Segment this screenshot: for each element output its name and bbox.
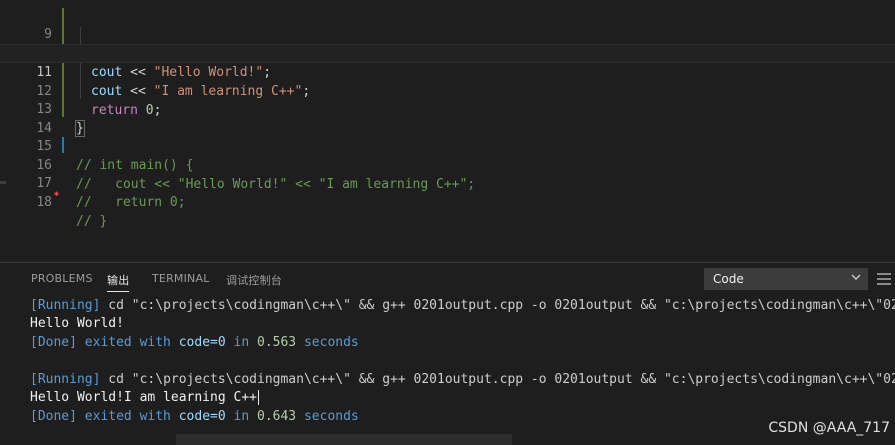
panel-tabbar: PROBLEMS 输出 TERMINAL 调试控制台 Code [0, 263, 895, 295]
output-log[interactable]: [Running] cd "c:\projects\codingman\c++\… [0, 296, 895, 445]
output-stdout-line: Hello World!I am learning C++ [30, 390, 259, 405]
tab-debug-console[interactable]: 调试控制台 [226, 272, 282, 288]
error-marker-icon: ✱ [54, 189, 59, 198]
tab-terminal[interactable]: TERMINAL [152, 272, 210, 285]
code-line[interactable]: 18 // } [0, 174, 895, 229]
code-line-current[interactable]: 11 cout << "I am learning C++"; [0, 44, 895, 99]
list-filter-icon[interactable] [877, 273, 891, 285]
output-running-line: [Running] cd "c:\projects\codingman\c++\… [30, 372, 895, 387]
code-line[interactable]: 17 // return 0; [0, 155, 895, 210]
tab-problems[interactable]: PROBLEMS [31, 272, 93, 285]
output-stdout-line: Hello World! [30, 316, 124, 331]
code-line[interactable]: 9 int main() { [0, 6, 895, 61]
code-text: // } [76, 214, 108, 229]
text-cursor [257, 390, 259, 405]
code-text: // return 0; [76, 195, 186, 210]
tab-output[interactable]: 输出 [107, 272, 129, 288]
code-editor[interactable]: 9 int main() { 10 cout << "Hello World!"… [0, 0, 895, 262]
code-line[interactable]: 13 } [0, 81, 895, 137]
output-done-line: [Done] exited with code=0 in 0.563 secon… [30, 335, 359, 350]
output-running-line: [Running] cd "c:\projects\codingman\c++\… [30, 298, 895, 313]
code-line[interactable]: 14 [0, 100, 895, 136]
output-channel-value: Code [713, 272, 744, 286]
code-line[interactable]: 12 return 0; [0, 63, 895, 118]
watermark: CSDN @AAA_717 [768, 420, 890, 436]
line-number: 18 [36, 195, 52, 210]
active-tab-indicator [107, 291, 129, 292]
output-done-line: [Done] exited with code=0 in 0.643 secon… [30, 409, 359, 424]
output-channel-select[interactable]: Code [704, 268, 868, 290]
bottom-panel: PROBLEMS 输出 TERMINAL 调试控制台 Code [Running… [0, 263, 895, 445]
code-line[interactable]: 16 // cout << "Hello World!" << "I am le… [0, 137, 895, 192]
chevron-down-icon [851, 274, 861, 280]
code-line[interactable]: 10 cout << "Hello World!"; [0, 25, 895, 80]
code-line[interactable]: 15 // int main() { [0, 118, 895, 173]
status-strip [176, 434, 512, 445]
